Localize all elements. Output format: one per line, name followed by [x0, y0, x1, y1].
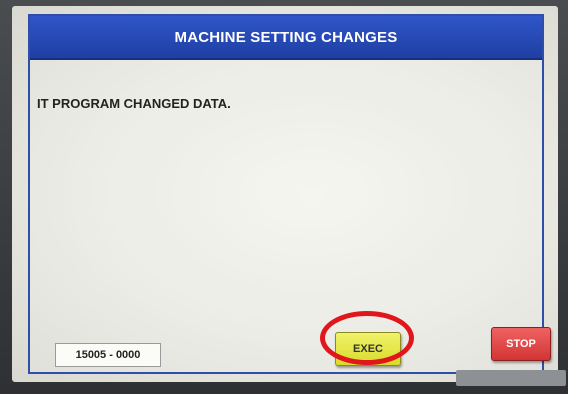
dialog-message: IT PROGRAM CHANGED DATA. [37, 96, 231, 111]
stop-button[interactable]: STOP [491, 327, 551, 361]
error-code-box: 15005 - 0000 [55, 343, 161, 367]
title-bar: MACHINE SETTING CHANGES [30, 16, 542, 60]
dialog-frame: MACHINE SETTING CHANGES IT PROGRAM CHANG… [28, 14, 551, 374]
touch-screen: MACHINE SETTING CHANGES IT PROGRAM CHANG… [12, 6, 558, 382]
exec-highlight-circle [320, 311, 414, 365]
dialog-title: MACHINE SETTING CHANGES [174, 28, 398, 46]
bezel-ledge [456, 370, 566, 386]
